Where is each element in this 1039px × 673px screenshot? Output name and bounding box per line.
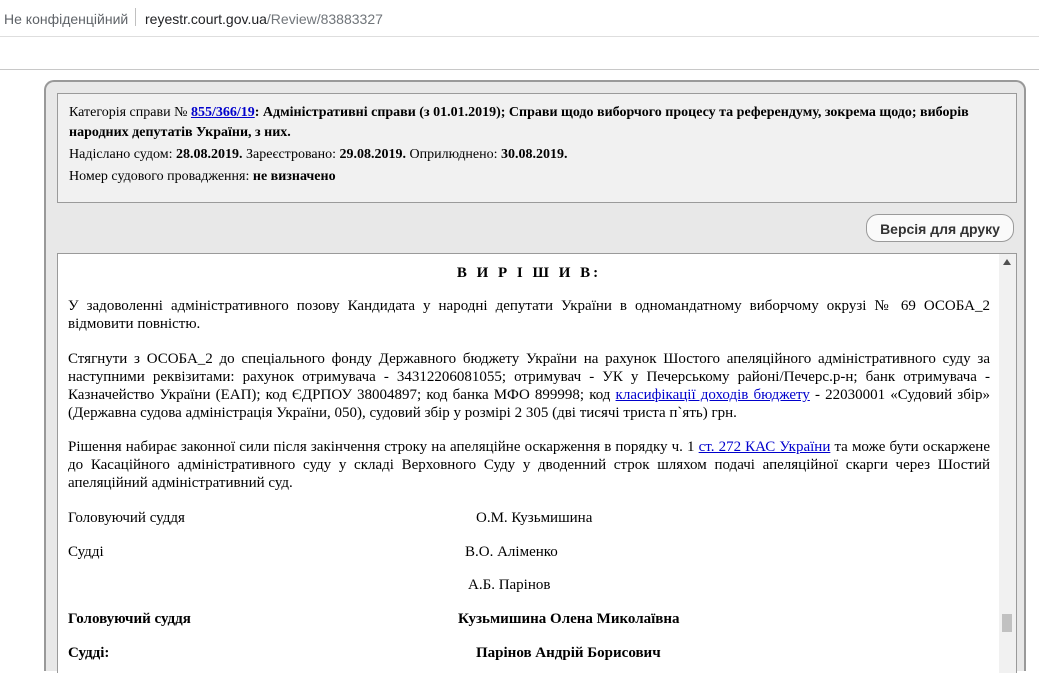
category-prefix: Категорія справи № — [69, 105, 188, 120]
security-label[interactable]: Не конфіденційний — [4, 11, 128, 27]
document-frame: Категорія справи № 855/366/19: Адміністр… — [44, 80, 1026, 673]
judge2-name: А.Б. Парінов — [468, 577, 551, 593]
decision-heading: В И Р І Ш И В: — [456, 265, 602, 281]
sent-label: Надіслано судом: — [69, 147, 173, 162]
document-viewer[interactable]: В И Р І Ш И В: У задоволенні адміністрат… — [57, 253, 1017, 673]
kas-article-link[interactable]: ст. 272 КАС України — [699, 439, 831, 455]
case-number-link[interactable]: 855/366/19 — [191, 105, 255, 120]
paragraph-court-fee: Стягнути з ОСОБА_2 до спеціального фонду… — [68, 350, 990, 422]
signature-judge1: Судді В.О. Аліменко — [68, 543, 990, 561]
presiding-full-name: Кузьмишина Олена Миколаївна — [458, 611, 680, 627]
case-dates-line: Надіслано судом: 28.08.2019. Зареєстрова… — [69, 145, 1006, 165]
judge1-name: В.О. Аліменко — [465, 544, 558, 560]
url-host: reyestr.court.gov.ua — [145, 11, 267, 27]
signature-presiding-full: Головуючий суддя Кузьмишина Олена Микола… — [68, 610, 990, 628]
print-version-button[interactable]: Версія для друку — [866, 214, 1014, 242]
registered-date: 29.08.2019. — [339, 147, 406, 162]
proceeding-label: Номер судового провадження: — [69, 169, 250, 184]
document-scrollbar[interactable] — [999, 254, 1016, 673]
proceeding-line: Номер судового провадження: не визначено — [69, 167, 1006, 187]
scroll-up-arrow-icon[interactable] — [1003, 259, 1011, 265]
judges-label-full: Судді: — [68, 645, 110, 661]
presiding-name: О.М. Кузьмишина — [476, 510, 593, 526]
budget-classification-link[interactable]: класифікації доходів бюджету — [616, 387, 810, 403]
presiding-label-full: Головуючий суддя — [68, 611, 191, 627]
url-path: /Review/83883327 — [266, 11, 383, 27]
signature-presiding: Головуючий суддя О.М. Кузьмишина — [68, 509, 990, 527]
paragraph-appeal-part1: Рішення набирає законної сили після закі… — [68, 439, 699, 455]
paragraph-claim-denied: У задоволенні адміністративного позову К… — [68, 298, 990, 332]
published-label: Оприлюднено: — [409, 147, 498, 162]
url-text[interactable]: reyestr.court.gov.ua/Review/83883327 — [145, 11, 383, 27]
signature-judge2: А.Б. Парінов — [68, 576, 990, 594]
sent-date: 28.08.2019. — [176, 147, 243, 162]
presiding-label: Головуючий суддя — [68, 510, 185, 526]
address-separator — [135, 8, 136, 26]
case-category-line: Категорія справи № 855/366/19: Адміністр… — [69, 103, 1006, 143]
judges-label: Судді — [68, 544, 104, 560]
browser-address-bar[interactable]: Не конфіденційний reyestr.court.gov.ua/R… — [0, 0, 1039, 37]
case-info-box: Категорія справи № 855/366/19: Адміністр… — [57, 93, 1017, 203]
signature-judges-full: Судді: Парінов Андрій Борисович — [68, 644, 990, 662]
registered-label: Зареєстровано: — [246, 147, 336, 162]
judge2-full-name: Парінов Андрій Борисович — [476, 645, 661, 661]
scrollbar-thumb[interactable] — [1002, 614, 1012, 632]
paragraph-appeal: Рішення набирає законної сили після закі… — [68, 438, 990, 492]
published-date: 30.08.2019. — [501, 147, 568, 162]
proceeding-value: не визначено — [252, 169, 336, 184]
page-divider — [0, 69, 1039, 70]
